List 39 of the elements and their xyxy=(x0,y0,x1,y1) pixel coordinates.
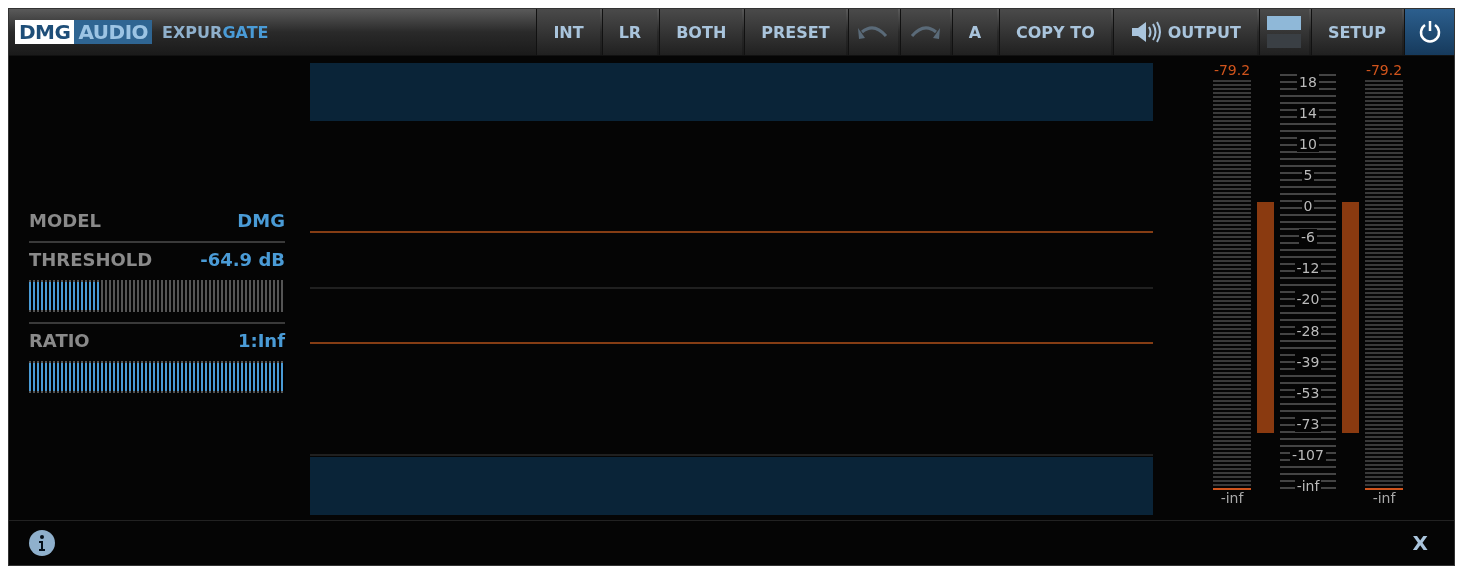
toolbar-button[interactable]: INT xyxy=(536,9,600,55)
peak-reading: -79.2 xyxy=(1365,62,1403,80)
param-value: 1:Inf xyxy=(237,330,285,351)
toolbar-button[interactable]: LR xyxy=(601,9,658,55)
scale-label: -39 xyxy=(1294,353,1322,370)
meter-floor-label: -inf xyxy=(1372,490,1396,506)
toolbar-button[interactable]: A xyxy=(951,9,997,55)
redo-button[interactable] xyxy=(899,9,950,55)
speaker-icon xyxy=(1129,20,1162,44)
param-label: RATIO xyxy=(29,330,90,351)
meter-floor-label: -inf xyxy=(1220,490,1244,506)
scale-label: 5 xyxy=(1301,167,1315,184)
logo-text: DMG xyxy=(15,20,75,44)
peak-reading: -79.2 xyxy=(1213,62,1251,80)
scale-label: -20 xyxy=(1294,291,1322,308)
scale-label: 10 xyxy=(1297,136,1319,153)
param-label: MODEL xyxy=(29,210,101,231)
layout-button[interactable] xyxy=(1258,9,1309,55)
scale-label: -73 xyxy=(1294,415,1322,432)
toolbar-button[interactable]: PRESET xyxy=(744,9,846,55)
scale-label: -6 xyxy=(1299,229,1317,246)
param-value: -64.9 dB xyxy=(200,249,285,270)
undo-button[interactable] xyxy=(847,9,898,55)
scale-label: 18 xyxy=(1297,74,1319,90)
layout-icon xyxy=(1267,14,1302,50)
info-icon[interactable] xyxy=(29,530,55,556)
power-button[interactable] xyxy=(1404,9,1454,55)
product-name: EXPURGATE xyxy=(162,22,269,42)
toolbar-button[interactable]: BOTH xyxy=(659,9,743,55)
close-button[interactable]: X xyxy=(1406,530,1434,556)
output-button[interactable]: OUTPUT xyxy=(1112,9,1257,55)
slider-track[interactable] xyxy=(29,280,285,312)
toolbar-button[interactable]: COPY TO xyxy=(999,9,1111,55)
power-icon xyxy=(1417,20,1442,44)
logo-text: AUDIO xyxy=(74,20,153,44)
toolbar-button[interactable]: SETUP xyxy=(1310,9,1402,55)
param-label: THRESHOLD xyxy=(29,249,153,270)
param-value[interactable]: DMG xyxy=(237,210,285,231)
scale-label: -inf xyxy=(1294,477,1322,494)
